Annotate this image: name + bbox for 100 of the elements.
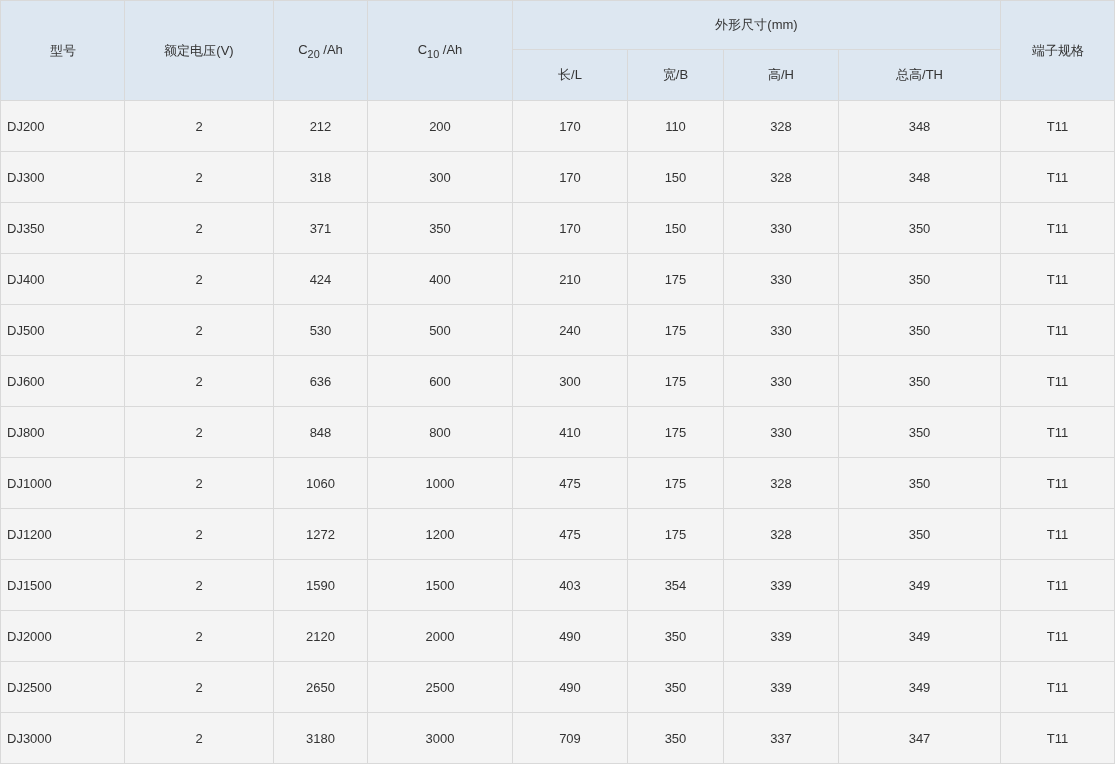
table-cell: 212 — [273, 100, 368, 152]
table-cell: T11 — [1000, 406, 1115, 458]
table-cell: 330 — [723, 202, 839, 254]
table-cell: 347 — [838, 712, 1001, 764]
table-cell: 1060 — [273, 457, 368, 509]
column-header: 宽/B — [627, 49, 724, 101]
table-cell: 328 — [723, 151, 839, 203]
table-cell: 475 — [512, 457, 628, 509]
table-cell: 2650 — [273, 661, 368, 713]
table-cell: 2000 — [367, 610, 513, 662]
column-header: 额定电压(V) — [124, 0, 274, 101]
table-cell: DJ500 — [0, 304, 125, 356]
table-cell: 339 — [723, 559, 839, 611]
table-cell: 349 — [838, 559, 1001, 611]
table-cell: 403 — [512, 559, 628, 611]
table-cell: DJ2500 — [0, 661, 125, 713]
table-cell: 354 — [627, 559, 724, 611]
table-cell: 175 — [627, 253, 724, 305]
table-cell: 2120 — [273, 610, 368, 662]
table-cell: T11 — [1000, 151, 1115, 203]
table-cell: 3180 — [273, 712, 368, 764]
table-cell: DJ300 — [0, 151, 125, 203]
table-cell: 348 — [838, 100, 1001, 152]
table-cell: 337 — [723, 712, 839, 764]
table-cell: T11 — [1000, 457, 1115, 509]
table-cell: 2 — [124, 304, 274, 356]
table-cell: 175 — [627, 457, 724, 509]
table-cell: 170 — [512, 100, 628, 152]
column-header: C$_{20}$ /Ah — [273, 0, 368, 101]
table-cell: 350 — [627, 712, 724, 764]
table-cell: T11 — [1000, 559, 1115, 611]
table-cell: DJ1000 — [0, 457, 125, 509]
table-cell: 424 — [273, 253, 368, 305]
table-cell: 200 — [367, 100, 513, 152]
table-cell: 530 — [273, 304, 368, 356]
table-cell: 349 — [838, 661, 1001, 713]
column-header: 高/H — [723, 49, 839, 101]
table-cell: 349 — [838, 610, 1001, 662]
table-cell: T11 — [1000, 304, 1115, 356]
table-cell: 175 — [627, 508, 724, 560]
table-cell: T11 — [1000, 610, 1115, 662]
table-cell: 2 — [124, 151, 274, 203]
table-cell: 709 — [512, 712, 628, 764]
table-cell: DJ800 — [0, 406, 125, 458]
table-cell: T11 — [1000, 355, 1115, 407]
table-cell: 330 — [723, 406, 839, 458]
table-cell: 328 — [723, 508, 839, 560]
column-header: 型号 — [0, 0, 125, 101]
table-cell: T11 — [1000, 508, 1115, 560]
table-cell: T11 — [1000, 661, 1115, 713]
table-cell: 350 — [627, 610, 724, 662]
table-cell: 2 — [124, 610, 274, 662]
table-cell: 2 — [124, 355, 274, 407]
table-cell: 170 — [512, 151, 628, 203]
table-cell: 150 — [627, 151, 724, 203]
table-cell: 110 — [627, 100, 724, 152]
table-cell: DJ200 — [0, 100, 125, 152]
column-header: 外形尺寸(mm) — [512, 0, 1001, 50]
table-cell: 2 — [124, 508, 274, 560]
table-cell: 1272 — [273, 508, 368, 560]
table-cell: 2 — [124, 253, 274, 305]
table-cell: DJ1500 — [0, 559, 125, 611]
table-cell: 350 — [367, 202, 513, 254]
table-cell: 800 — [367, 406, 513, 458]
table-cell: 330 — [723, 355, 839, 407]
table-cell: DJ400 — [0, 253, 125, 305]
table-cell: DJ3000 — [0, 712, 125, 764]
table-cell: 500 — [367, 304, 513, 356]
table-cell: 636 — [273, 355, 368, 407]
table-cell: DJ350 — [0, 202, 125, 254]
table-cell: 410 — [512, 406, 628, 458]
table-cell: 2 — [124, 100, 274, 152]
table-cell: 2 — [124, 712, 274, 764]
table-cell: 328 — [723, 100, 839, 152]
table-cell: 350 — [838, 355, 1001, 407]
table-cell: 300 — [512, 355, 628, 407]
table-cell: DJ1200 — [0, 508, 125, 560]
table-cell: 350 — [838, 304, 1001, 356]
column-header: C$_{10}$ /Ah — [367, 0, 513, 101]
table-cell: 2 — [124, 202, 274, 254]
table-cell: 490 — [512, 661, 628, 713]
column-header: 长/L — [512, 49, 628, 101]
table-cell: 350 — [838, 457, 1001, 509]
table-cell: 350 — [838, 253, 1001, 305]
table-cell: 2 — [124, 406, 274, 458]
table-cell: DJ600 — [0, 355, 125, 407]
table-cell: 1000 — [367, 457, 513, 509]
table-cell: 339 — [723, 661, 839, 713]
table-cell: T11 — [1000, 712, 1115, 764]
table-cell: 371 — [273, 202, 368, 254]
table-cell: 350 — [627, 661, 724, 713]
column-header: 端子规格 — [1000, 0, 1115, 101]
table-cell: 1500 — [367, 559, 513, 611]
table-cell: 400 — [367, 253, 513, 305]
table-cell: 330 — [723, 253, 839, 305]
table-cell: 170 — [512, 202, 628, 254]
table-cell: 2 — [124, 559, 274, 611]
table-cell: 175 — [627, 355, 724, 407]
table-cell: 1200 — [367, 508, 513, 560]
table-cell: 2500 — [367, 661, 513, 713]
